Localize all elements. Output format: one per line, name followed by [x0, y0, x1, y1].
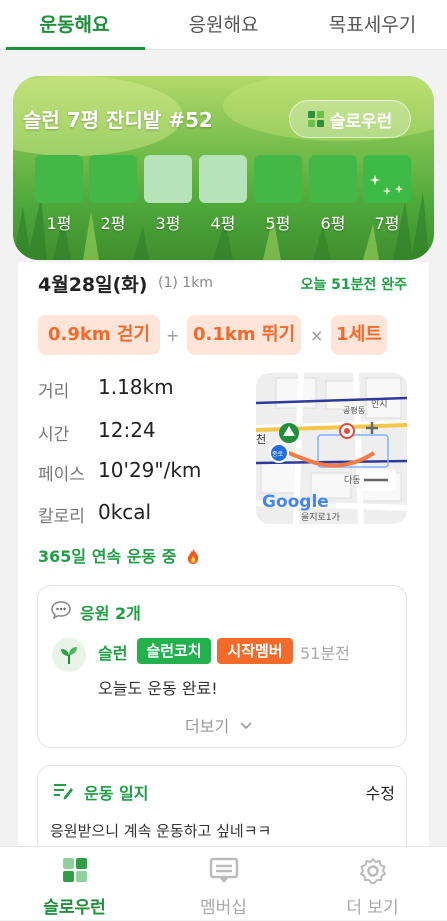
chat-bubble-icon: [50, 600, 72, 624]
gear-icon: [359, 857, 387, 889]
pyeong-7[interactable]: 7평: [363, 155, 411, 234]
nav-label: 슬로우런: [43, 898, 106, 918]
pyeong-label: 3평: [155, 214, 181, 233]
pyeong-1[interactable]: 1평: [35, 155, 83, 234]
calorie-label: 칼로리: [38, 507, 85, 527]
walk-chip: 0.9km 걷기: [38, 315, 160, 355]
pyeong-row: 1평 2평 3평 4평 5평 6평 7평: [35, 155, 411, 235]
pace-label: 페이스: [38, 465, 85, 485]
pyeong-tile: [89, 155, 137, 203]
map-place-label: 종로: [272, 451, 284, 458]
pyeong-label: 6평: [320, 214, 346, 233]
fire-icon: [185, 547, 201, 569]
map-place-label: 천: [256, 432, 266, 446]
streak-label: 365일 연속 운동 중: [38, 547, 177, 566]
time-value: 12:24: [98, 418, 156, 442]
founder-badge: 시작멤버: [217, 638, 293, 664]
distance-label: 거리: [38, 382, 70, 402]
brand-label: 슬로우런: [329, 111, 393, 132]
tab-goal[interactable]: 목표세우기: [298, 0, 447, 49]
pyeong-label: 5평: [265, 214, 291, 233]
pyeong-6[interactable]: 6평: [309, 155, 357, 234]
bottom-nav: 슬로우런 멤버십 더 보기: [0, 846, 447, 920]
chevron-down-icon: [240, 715, 252, 734]
run-chip: 0.1km 뛰기: [187, 315, 301, 355]
nav-more[interactable]: 더 보기: [298, 847, 447, 921]
pyeong-5[interactable]: 5평: [254, 155, 302, 234]
streak-text: 365일 연속 운동 중: [38, 543, 201, 569]
times-sign: ×: [310, 326, 324, 345]
pyeong-tile: [254, 155, 302, 203]
edit-button[interactable]: 수정: [366, 780, 395, 804]
membership-icon: [209, 857, 239, 889]
brand-logo-icon: [307, 111, 324, 127]
pace-value: 10'29"/km: [98, 458, 202, 482]
pyeong-3[interactable]: 3평: [144, 155, 192, 234]
pyeong-tile: [363, 155, 411, 203]
workout-subtitle: (1) 1km: [158, 275, 213, 291]
pyeong-tile: [199, 155, 247, 203]
sparkle-icon: [370, 175, 403, 195]
sets-chip: 1세트: [331, 315, 387, 355]
cheer-time: 51분전: [300, 644, 350, 663]
map-place-label: 인시: [371, 399, 388, 410]
more-button[interactable]: 더보기: [185, 713, 252, 737]
map-place-label: 다동: [344, 475, 361, 486]
avatar[interactable]: [52, 638, 86, 672]
pyeong-label: 7평: [374, 214, 400, 233]
grid-icon: [62, 857, 88, 887]
map-place-label: 을지로1가: [301, 512, 340, 523]
workout-date: 4월28일(화): [38, 274, 148, 296]
pyeong-4[interactable]: 4평: [199, 155, 247, 234]
workout-status: 오늘 51분전 완주: [300, 277, 407, 293]
more-label: 더보기: [185, 717, 230, 736]
map-place-label: 공평동: [343, 405, 365, 415]
distance-value: 1.18km: [98, 375, 174, 399]
pyeong-tile: [144, 155, 192, 203]
cheer-message: 오늘도 운동 완료!: [98, 679, 218, 698]
journal-icon: [52, 781, 74, 805]
pyeong-tile: [309, 155, 357, 203]
pyeong-label: 4평: [210, 214, 236, 233]
coach-badge: 슬런코치: [137, 638, 211, 664]
tab-cheer[interactable]: 응원해요: [149, 0, 298, 49]
map-illustration: 인시 공평동 천 다동 을지로1가 종로 Google: [256, 373, 407, 524]
pyeong-2[interactable]: 2평: [89, 155, 137, 234]
plus-sign: +: [166, 326, 180, 345]
plot-title: 슬런 7평 잔디밭 #52: [23, 108, 213, 132]
time-label: 시간: [38, 425, 70, 445]
tab-exercise[interactable]: 운동해요: [0, 0, 149, 50]
sprout-icon: [61, 647, 77, 664]
pyeong-label: 2평: [100, 214, 126, 233]
nav-membership[interactable]: 멤버십: [149, 847, 298, 921]
log-title: 운동 일지: [84, 784, 149, 803]
nav-label: 멤버십: [200, 898, 247, 918]
route-map[interactable]: 인시 공평동 천 다동 을지로1가 종로 Google: [256, 373, 407, 524]
cheer-author[interactable]: 슬런: [98, 640, 127, 664]
log-text: 응원받으니 계속 운동하고 싶네ㅋㅋ: [50, 822, 272, 840]
pyeong-label: 1평: [46, 214, 72, 233]
cheer-count: 응원 2개: [80, 604, 141, 623]
nav-label: 더 보기: [346, 898, 399, 918]
nav-slowrun[interactable]: 슬로우런: [0, 847, 149, 921]
pyeong-tile: [35, 155, 83, 203]
top-tab-bar: 운동해요 응원해요 목표세우기: [0, 0, 447, 50]
google-logo: Google: [262, 492, 329, 512]
brand-pill[interactable]: 슬로우런: [289, 100, 411, 138]
calorie-value: 0kcal: [98, 500, 152, 524]
